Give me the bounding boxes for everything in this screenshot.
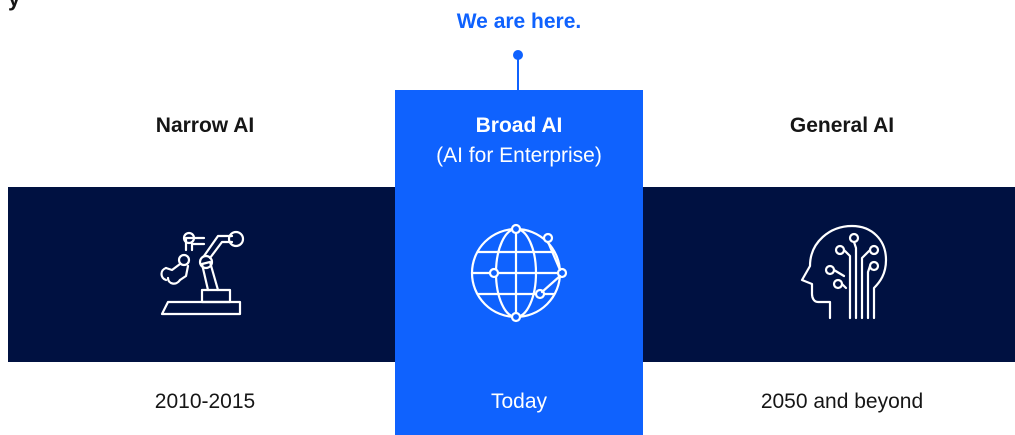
cut-off-heading: y bbox=[8, 0, 20, 12]
broad-ai-title: Broad AI bbox=[475, 114, 563, 137]
broad-ai-era: Today bbox=[490, 390, 548, 413]
ai-timeline-diagram: y We are here. Narrow AI bbox=[0, 0, 1015, 435]
brain-head-icon bbox=[790, 218, 900, 328]
marker-line bbox=[517, 58, 519, 90]
robot-arm-icon bbox=[146, 218, 256, 328]
broad-ai-subtitle: (AI for Enterprise) bbox=[436, 144, 602, 167]
general-ai-era: 2050 and beyond bbox=[760, 390, 924, 413]
we-are-here-label: We are here. bbox=[456, 10, 582, 33]
narrow-ai-title: Narrow AI bbox=[155, 114, 255, 137]
general-ai-title: General AI bbox=[789, 114, 895, 137]
globe-network-icon bbox=[464, 218, 574, 328]
narrow-ai-era: 2010-2015 bbox=[154, 390, 256, 413]
